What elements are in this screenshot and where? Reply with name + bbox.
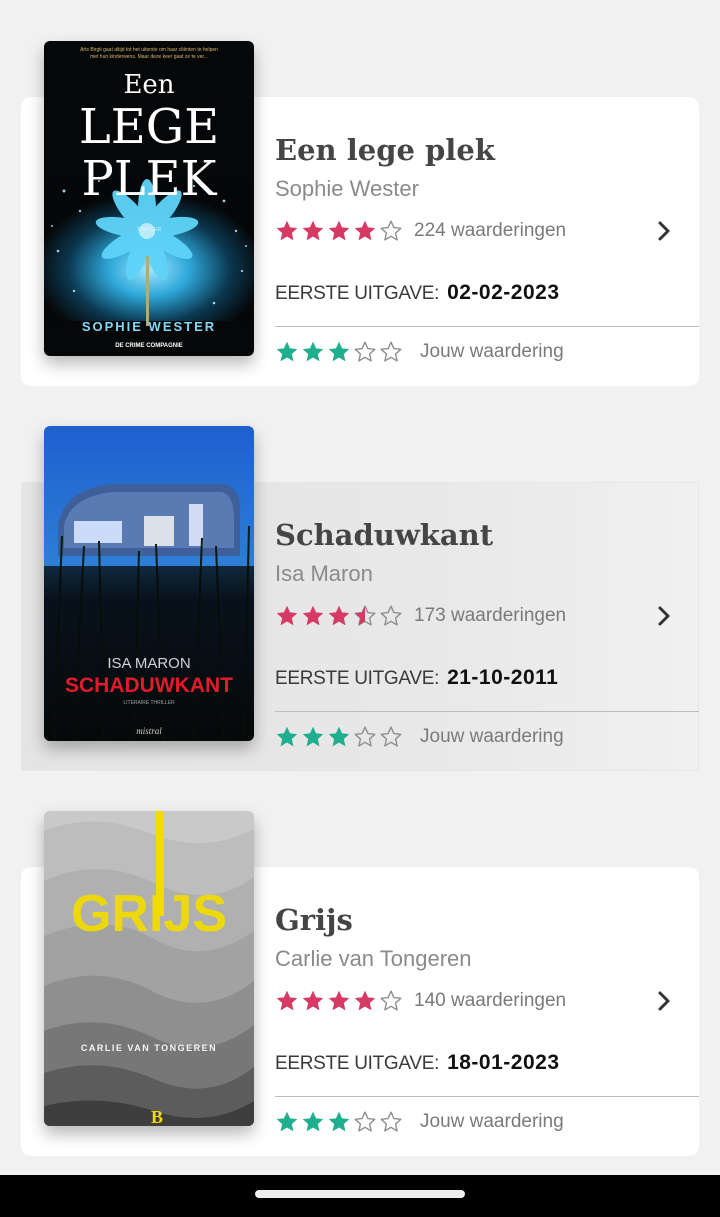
cover-author: ISA MARON [107,655,190,672]
star-icon [354,605,376,626]
release-label: EERSTE UITGAVE: [275,283,440,304]
star-icon[interactable] [379,340,403,364]
system-navigation-bar [0,1175,720,1217]
rating-count: 140 waarderingen [414,990,567,1011]
cover-title-line1: Een [123,70,174,100]
star-icon [276,605,298,626]
divider [275,711,699,712]
average-rating: 224 waarderingen [275,216,566,246]
cover-genre: LITERAIRE THRILLER [123,700,175,706]
chevron-right-icon[interactable] [652,219,676,243]
book-title[interactable]: Grijs [275,903,353,937]
star-icon[interactable] [379,1110,403,1134]
cover-publisher: B [151,1107,163,1126]
star-icon [276,220,298,241]
average-rating-stars [275,219,403,243]
star-icon[interactable] [275,1110,299,1134]
first-release: EERSTE UITGAVE: 21-10-2011 [275,666,558,690]
star-icon [302,990,324,1011]
star-icon[interactable] [353,725,377,749]
release-label: EERSTE UITGAVE: [275,668,440,689]
star-icon[interactable] [327,725,351,749]
rating-count: 224 waarderingen [414,220,567,241]
star-icon [328,990,350,1011]
star-icon[interactable] [275,340,299,364]
star-icon[interactable] [327,1110,351,1134]
cover-author: CARLIE VAN TONGEREN [81,1043,217,1053]
cover-publisher: DE CRIME COMPAGNIE [115,343,183,349]
divider [275,1096,699,1097]
book-item[interactable]: ISA MARON SCHADUWKANT LITERAIRE THRILLER… [0,426,720,771]
release-date: 21-10-2011 [447,666,559,689]
book-cover[interactable]: Arts Birgit gaat altijd tot het uiterste… [44,41,254,356]
user-rating-stars[interactable] [275,340,403,364]
book-cover-art: GRIJS CARLIE VAN TONGEREN B [44,811,254,1126]
cover-title-line3: PLEK [81,151,217,207]
first-release: EERSTE UITGAVE: 02-02-2023 [275,281,560,305]
star-icon [354,220,376,241]
rating-count: 173 waarderingen [414,605,567,626]
star-icon [380,990,402,1011]
cover-genre: THRILLER [137,227,162,233]
user-rating[interactable]: Jouw waardering [275,338,564,366]
user-rating[interactable]: Jouw waardering [275,723,564,751]
star-icon[interactable] [275,725,299,749]
book-author: Carlie van Tongeren [275,946,472,971]
book-item[interactable]: Arts Birgit gaat altijd tot het uiterste… [0,41,720,386]
star-icon [354,990,376,1011]
book-cover-art: ISA MARON SCHADUWKANT LITERAIRE THRILLER… [44,426,254,741]
star-icon[interactable] [327,340,351,364]
first-release: EERSTE UITGAVE: 18-01-2023 [275,1051,560,1075]
star-icon [328,220,350,241]
book-title[interactable]: Schaduwkant [275,518,493,552]
star-icon [302,220,324,241]
average-rating: 173 waarderingen [275,601,566,631]
star-icon[interactable] [301,340,325,364]
cover-blurb-line2: met hun kinderwens. Maar deze keer gaat … [90,54,208,60]
star-icon[interactable] [353,1110,377,1134]
release-date: 18-01-2023 [447,1051,560,1074]
star-icon[interactable] [353,340,377,364]
chevron-right-icon[interactable] [652,989,676,1013]
cover-author: SOPHIE WESTER [82,319,216,334]
book-item[interactable]: GRIJS CARLIE VAN TONGEREN B Grijs Carlie… [0,811,720,1156]
cover-title: SCHADUWKANT [65,674,233,697]
cover-blurb: Arts Birgit gaat altijd tot het uiterste… [80,47,218,53]
star-icon[interactable] [301,725,325,749]
user-rating-stars[interactable] [275,725,403,749]
star-icon[interactable] [301,1110,325,1134]
user-rating-label: Jouw waardering [420,1111,564,1132]
user-rating[interactable]: Jouw waardering [275,1108,564,1136]
star-icon [276,990,298,1011]
average-rating: 140 waarderingen [275,986,566,1016]
chevron-right-icon[interactable] [652,604,676,628]
average-rating-stars [275,989,403,1013]
book-title[interactable]: Een lege plek [275,133,495,167]
book-author: Isa Maron [275,561,373,586]
star-icon [302,605,324,626]
star-icon [328,605,350,626]
release-label: EERSTE UITGAVE: [275,1053,440,1074]
cover-publisher: mistral [136,726,162,736]
star-icon [380,605,402,626]
book-cover[interactable]: GRIJS CARLIE VAN TONGEREN B [44,811,254,1126]
cover-title-line2: LEGE [79,99,219,155]
release-date: 02-02-2023 [447,281,560,304]
user-rating-label: Jouw waardering [420,341,564,362]
book-author: Sophie Wester [275,176,419,201]
average-rating-stars [275,604,403,628]
cover-title: GRIJS [71,885,227,943]
star-icon [380,220,402,241]
star-icon[interactable] [379,725,403,749]
book-cover-art: Arts Birgit gaat altijd tot het uiterste… [44,41,254,356]
user-rating-label: Jouw waardering [420,726,564,747]
user-rating-stars[interactable] [275,1110,403,1134]
home-indicator[interactable] [255,1190,465,1198]
book-cover[interactable]: ISA MARON SCHADUWKANT LITERAIRE THRILLER… [44,426,254,741]
divider [275,326,699,327]
